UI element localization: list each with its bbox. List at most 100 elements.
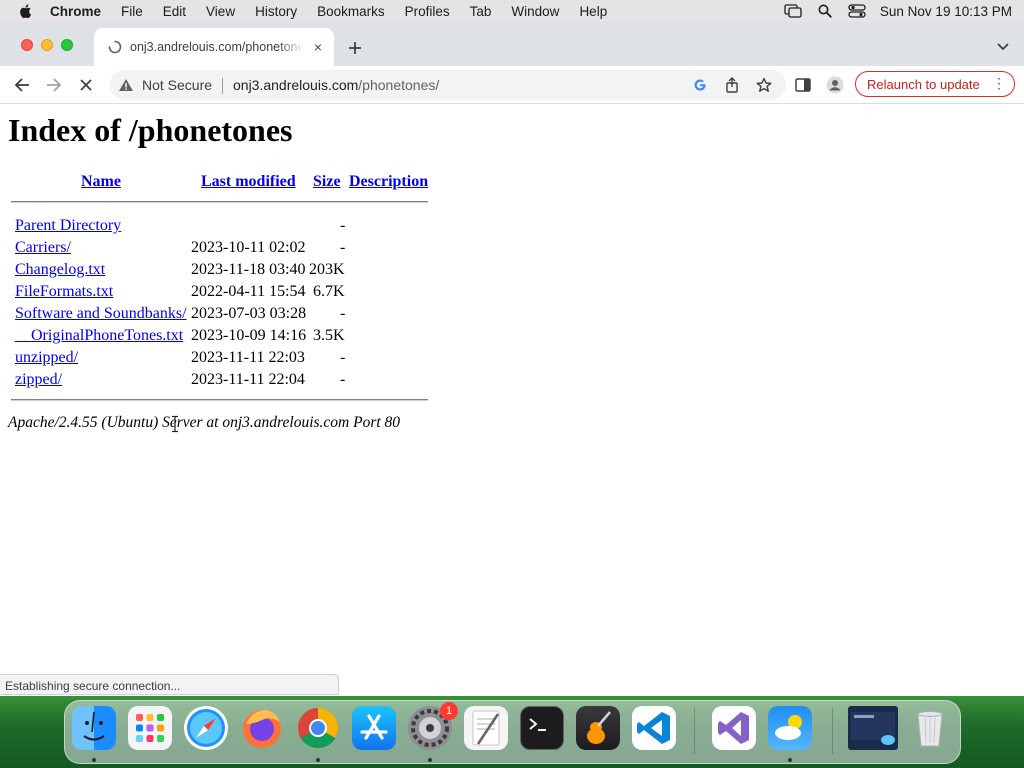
- zipped-link[interactable]: zipped/: [15, 371, 62, 388]
- menu-clock[interactable]: Sun Nov 19 10:13 PM: [880, 4, 1012, 19]
- sort-by-name-link[interactable]: Name: [81, 173, 121, 190]
- new-tab-icon[interactable]: [346, 39, 364, 57]
- dock-visual-studio-icon[interactable]: [712, 706, 756, 750]
- relaunch-to-update-button[interactable]: Relaunch to update ⋮: [855, 71, 1015, 97]
- window-close-button[interactable]: [21, 39, 33, 51]
- tab-close-icon[interactable]: ×: [310, 39, 326, 55]
- original-phonetones-link[interactable]: __OriginalPhoneTones.txt: [15, 327, 183, 344]
- page-title: Index of /phonetones: [8, 112, 293, 148]
- screen-mirroring-icon[interactable]: [784, 3, 802, 19]
- fileformats-link[interactable]: FileFormats.txt: [15, 283, 113, 300]
- table-row-name[interactable]: Parent Directory: [15, 217, 121, 235]
- dock-minimized-window-icon[interactable]: [848, 706, 898, 750]
- relaunch-label: Relaunch to update: [867, 76, 980, 92]
- column-header-size[interactable]: Size: [313, 173, 341, 191]
- changelog-link[interactable]: Changelog.txt: [15, 261, 105, 278]
- dock-trash-icon[interactable]: [908, 706, 952, 750]
- url-text[interactable]: onj3.andrelouis.com/phonetones/: [233, 77, 439, 93]
- table-row-name[interactable]: FileFormats.txt: [15, 283, 113, 301]
- sort-by-modified-link[interactable]: Last modified: [201, 173, 296, 190]
- menu-history[interactable]: History: [255, 4, 297, 19]
- dock-running-indicator: [428, 758, 432, 762]
- menu-window[interactable]: Window: [511, 4, 559, 19]
- tab-active[interactable]: onj3.andrelouis.com/phonetones/ ×: [94, 28, 334, 66]
- share-icon[interactable]: [724, 77, 740, 93]
- table-row-modified: 2022-04-11 15:54: [191, 283, 306, 300]
- dock-finder-icon[interactable]: [72, 706, 116, 750]
- carriers-link[interactable]: Carriers/: [15, 239, 71, 256]
- spotlight-search-icon[interactable]: [816, 3, 834, 19]
- table-row-name[interactable]: Changelog.txt: [15, 261, 105, 279]
- back-arrow-icon[interactable]: [13, 76, 31, 94]
- menu-edit[interactable]: Edit: [163, 4, 186, 19]
- tab-strip: onj3.andrelouis.com/phonetones/ ×: [0, 22, 1024, 66]
- chrome-menu-icon[interactable]: ⋮: [992, 76, 1006, 90]
- url-host: onj3.andrelouis.com: [233, 77, 359, 93]
- menu-bookmarks[interactable]: Bookmarks: [317, 4, 385, 19]
- dock-chrome-icon[interactable]: [296, 706, 340, 750]
- window-zoom-button[interactable]: [61, 39, 73, 51]
- sort-by-size-link[interactable]: Size: [313, 173, 341, 190]
- sort-by-description-link[interactable]: Description: [349, 173, 428, 190]
- address-bar[interactable]: Not Secure onj3.andrelouis.com/phonetone…: [110, 70, 786, 100]
- table-row-name[interactable]: __OriginalPhoneTones.txt: [15, 327, 183, 345]
- not-secure-warning-icon[interactable]: [118, 78, 134, 92]
- table-row-size: -: [340, 371, 346, 388]
- table-divider-bottom: [11, 399, 428, 401]
- menu-file[interactable]: File: [121, 4, 143, 19]
- menu-profiles[interactable]: Profiles: [405, 4, 450, 19]
- menu-app-chrome[interactable]: Chrome: [50, 4, 101, 19]
- table-row-name[interactable]: zipped/: [15, 371, 62, 389]
- table-row-modified: 2023-07-03 03:28: [191, 305, 307, 322]
- table-row-size: -: [340, 349, 346, 366]
- dock-separator: [832, 708, 833, 754]
- dock-running-indicator: [316, 758, 320, 762]
- forward-arrow-icon[interactable]: [45, 76, 63, 94]
- tab-search-chevron-icon[interactable]: [996, 42, 1010, 52]
- parent-directory-link[interactable]: Parent Directory: [15, 217, 121, 234]
- dock-textedit-icon[interactable]: [464, 706, 508, 750]
- window-minimize-button[interactable]: [41, 39, 53, 51]
- table-row-name[interactable]: Carriers/: [15, 239, 71, 257]
- table-row-size: -: [340, 305, 346, 322]
- side-panel-icon[interactable]: [794, 76, 812, 94]
- table-row-modified: 2023-11-18 03:40: [191, 261, 306, 278]
- tab-title: onj3.andrelouis.com/phonetones/: [130, 40, 304, 54]
- dock-weather-icon[interactable]: [768, 706, 812, 750]
- dock-terminal-icon[interactable]: [520, 706, 564, 750]
- page-content: Index of /phonetones Name Last modified …: [0, 104, 1024, 696]
- control-center-icon[interactable]: [848, 3, 866, 19]
- dock-launchpad-icon[interactable]: [128, 706, 172, 750]
- dock-garageband-icon[interactable]: [576, 706, 620, 750]
- software-and-soundbanks-link[interactable]: Software and Soundbanks/: [15, 305, 187, 322]
- google-lens-icon[interactable]: [692, 77, 708, 93]
- apple-menu-icon[interactable]: [18, 3, 34, 19]
- column-header-name[interactable]: Name: [81, 173, 121, 191]
- table-divider-top: [11, 201, 428, 203]
- table-row-name[interactable]: unzipped/: [15, 349, 78, 367]
- unzipped-link[interactable]: unzipped/: [15, 349, 78, 366]
- menu-tab[interactable]: Tab: [470, 4, 492, 19]
- loading-spinner-icon: [108, 40, 122, 54]
- dock-running-indicator: [788, 758, 792, 762]
- browser-toolbar: Not Secure onj3.andrelouis.com/phonetone…: [0, 66, 1024, 104]
- table-row-modified: 2023-10-09 14:16: [191, 327, 307, 344]
- menu-view[interactable]: View: [206, 4, 235, 19]
- dock-running-indicator: [92, 758, 96, 762]
- column-header-last-modified[interactable]: Last modified: [201, 173, 296, 191]
- text-cursor-icon: [172, 415, 178, 433]
- security-status-label[interactable]: Not Secure: [142, 77, 212, 93]
- profile-avatar-icon[interactable]: [826, 76, 844, 94]
- table-row-name[interactable]: Software and Soundbanks/: [15, 305, 187, 323]
- stop-loading-icon[interactable]: [77, 76, 95, 94]
- status-bubble: Establishing secure connection...: [0, 674, 339, 695]
- dock-firefox-icon[interactable]: [240, 706, 284, 750]
- menu-help[interactable]: Help: [579, 4, 607, 19]
- table-row-modified: 2023-11-11 22:04: [191, 371, 305, 388]
- column-header-description[interactable]: Description: [349, 173, 428, 191]
- table-row-size: -: [340, 239, 346, 256]
- bookmark-star-icon[interactable]: [756, 77, 772, 93]
- dock-safari-icon[interactable]: [184, 706, 228, 750]
- dock-app-store-icon[interactable]: [352, 706, 396, 750]
- dock-vscode-icon[interactable]: [632, 706, 676, 750]
